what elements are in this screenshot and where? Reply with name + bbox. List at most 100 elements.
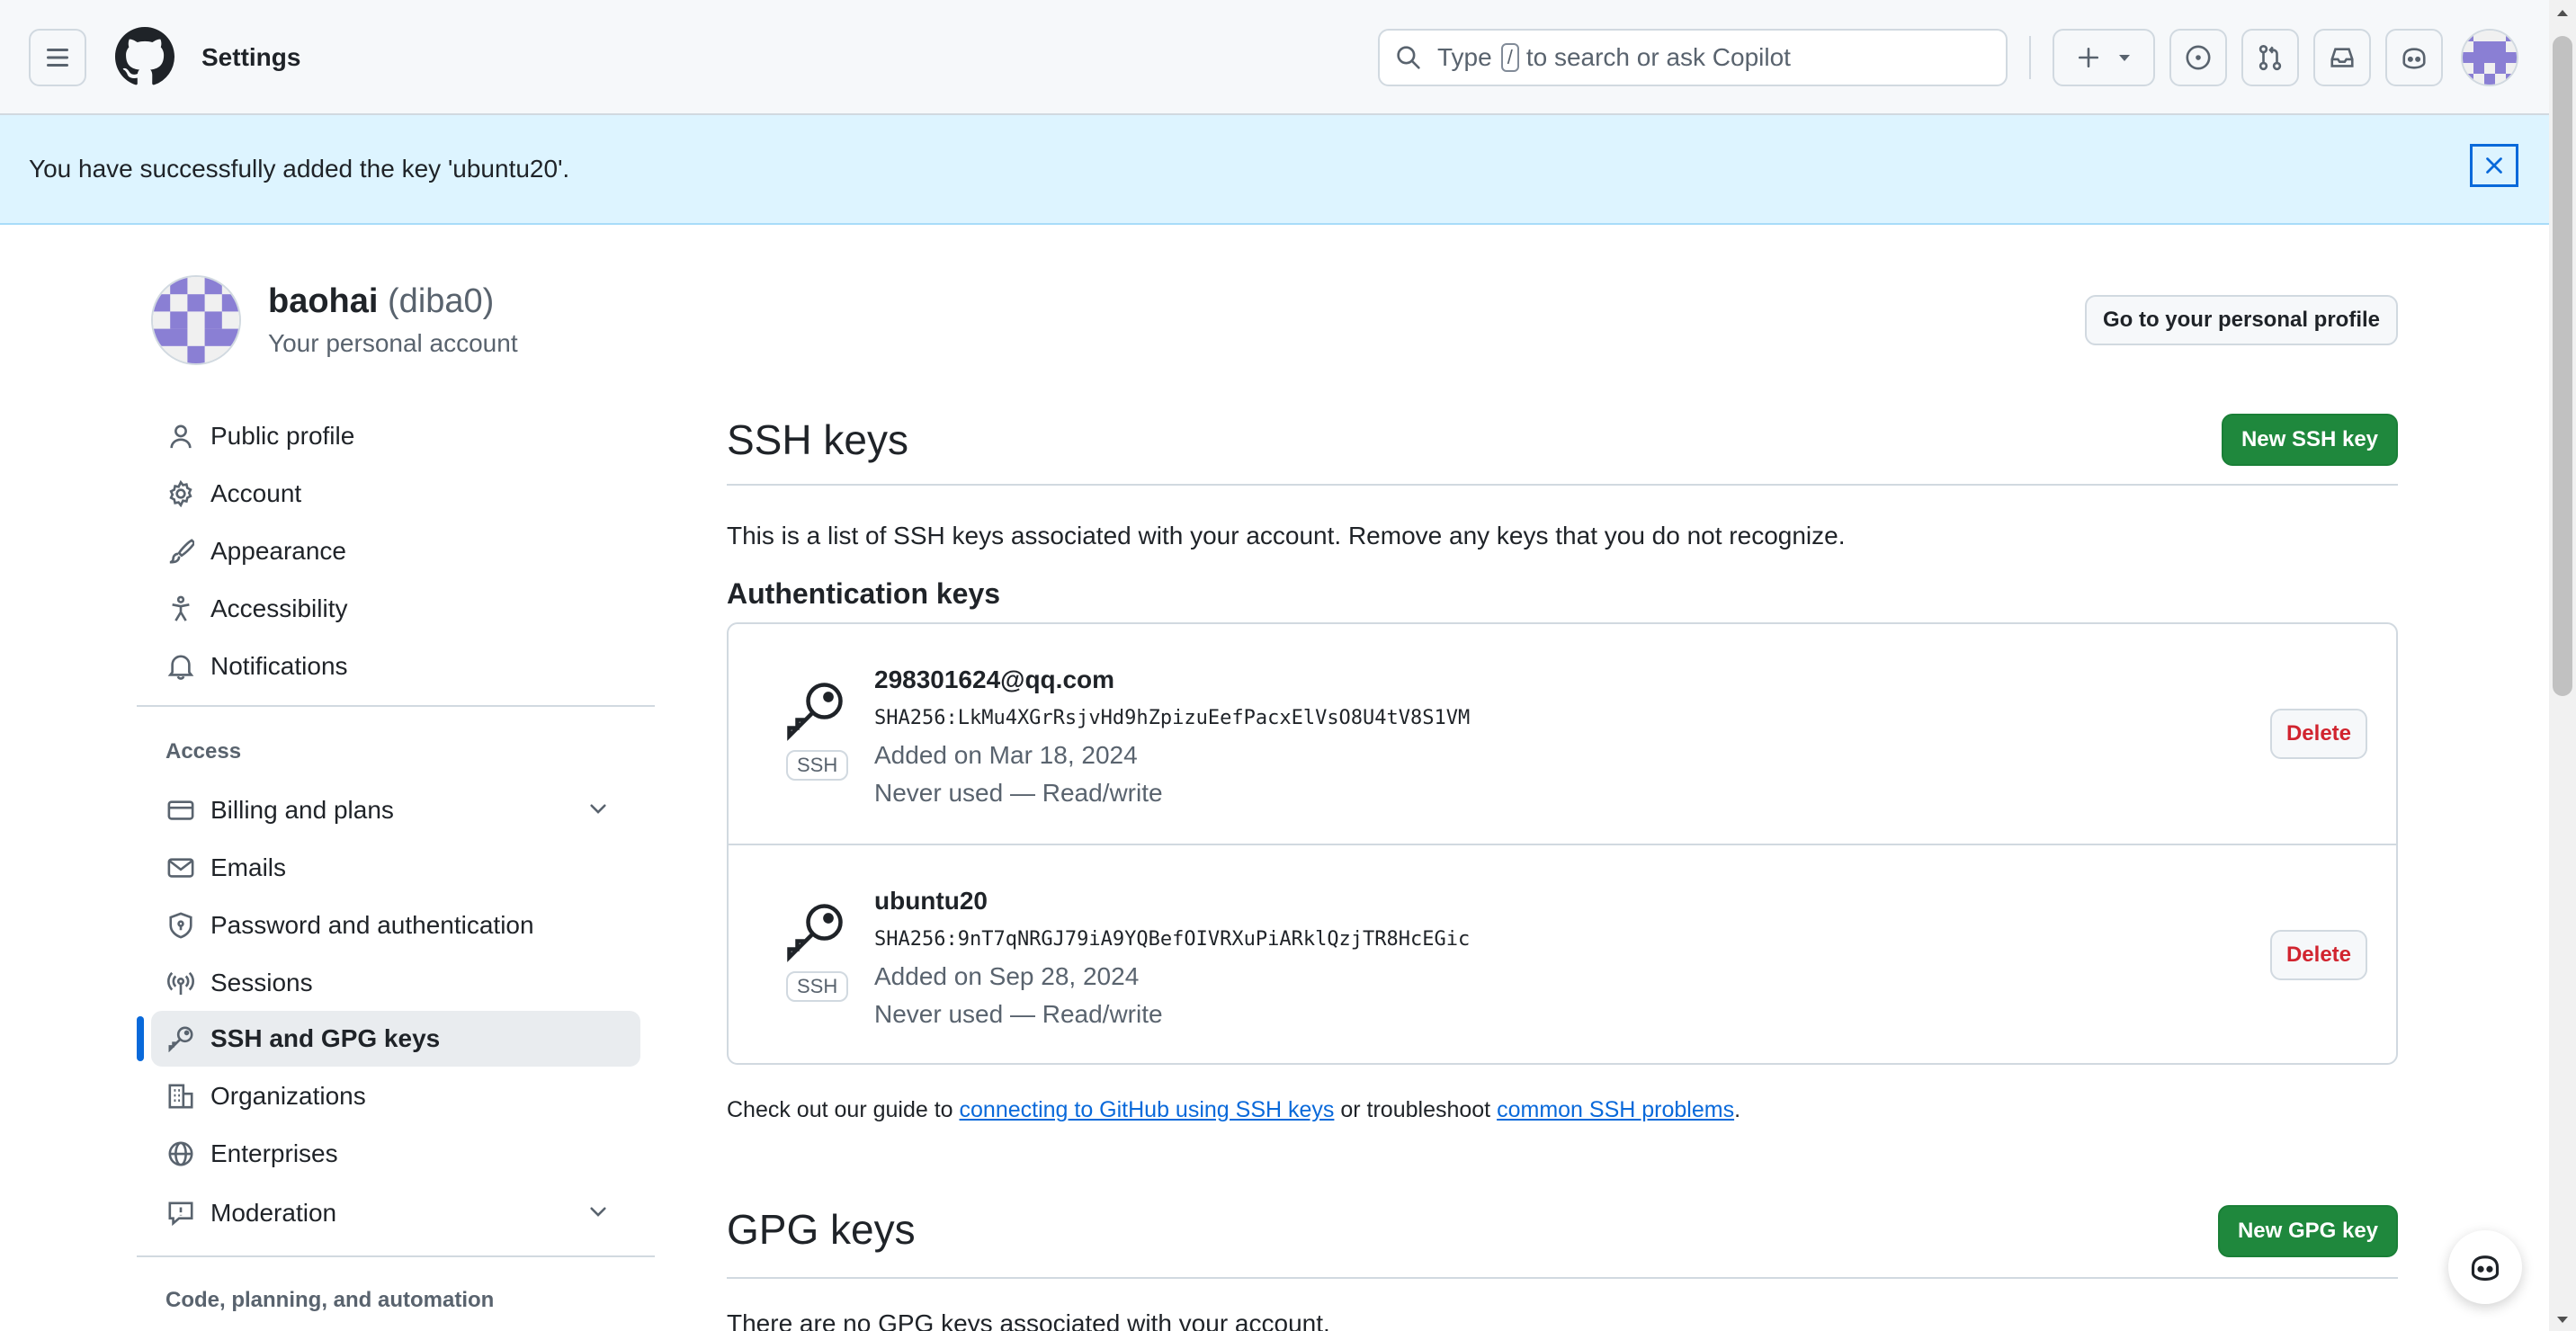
- sidebar-divider: [137, 705, 655, 707]
- sidebar-item-label: SSH and GPG keys: [210, 1024, 441, 1052]
- sidebar-item-label: Emails: [210, 853, 287, 881]
- ssh-keys-heading: SSH keys: [727, 416, 908, 463]
- flash-message: You have successfully added the key 'ubu…: [29, 155, 570, 183]
- chevron-down-icon[interactable]: [586, 1200, 610, 1223]
- guide-prefix: Check out our guide to: [727, 1097, 953, 1122]
- sidebar-item-label: Accessibility: [210, 594, 348, 622]
- key-type-badge: SSH: [786, 971, 849, 1002]
- gear-icon: [165, 478, 196, 509]
- key-icon: [165, 1023, 196, 1054]
- globe-icon: [165, 1139, 196, 1169]
- close-icon: [2483, 155, 2505, 176]
- mail-icon: [165, 853, 196, 883]
- key-type-badge: SSH: [786, 750, 849, 781]
- sidebar-item-accessibility[interactable]: Accessibility: [151, 581, 640, 637]
- copilot-chat-button[interactable]: [2448, 1230, 2522, 1304]
- new-ssh-key-button[interactable]: New SSH key: [2222, 414, 2398, 466]
- ssh-keys-list: SSH 298301624@qq.com SHA256:LkMu4XGrRsjv…: [727, 622, 2398, 1065]
- sidebar-item-enterprises[interactable]: Enterprises: [151, 1126, 640, 1182]
- search-placeholder: Type / to search or ask Copilot: [1437, 43, 1791, 72]
- hamburger-icon: [45, 47, 70, 68]
- key-usage: Never used — Read/write: [874, 779, 1163, 807]
- create-new-button[interactable]: [2053, 29, 2155, 86]
- copilot-button[interactable]: [2385, 29, 2443, 86]
- ssh-keys-description: This is a list of SSH keys associated wi…: [727, 522, 1846, 549]
- sidebar-item-emails[interactable]: Emails: [151, 840, 640, 896]
- account-subtitle: Your personal account: [268, 329, 518, 357]
- key-fingerprint: SHA256:9nT7qNRGJ79iA9YQBefOIVRXuPiARklQz…: [874, 928, 1471, 951]
- credit-card-icon: [165, 795, 196, 826]
- account-display-name: baohai: [268, 282, 379, 320]
- sidebar-item-appearance[interactable]: Appearance: [151, 523, 640, 579]
- user-avatar[interactable]: [2461, 29, 2518, 86]
- scroll-down-arrow-icon[interactable]: [2553, 1309, 2572, 1329]
- delete-key-button[interactable]: Delete: [2270, 930, 2367, 980]
- shield-icon: [165, 910, 196, 941]
- git-pull-request-icon: [2257, 44, 2284, 71]
- search-placeholder-prefix: Type: [1437, 43, 1492, 71]
- go-to-profile-button[interactable]: Go to your personal profile: [2085, 295, 2398, 345]
- new-gpg-key-button[interactable]: New GPG key: [2218, 1205, 2398, 1257]
- gpg-keys-heading: GPG keys: [727, 1206, 916, 1253]
- gpg-keys-description: There are no GPG keys associated with yo…: [727, 1309, 1330, 1331]
- sidebar-item-billing[interactable]: Billing and plans: [151, 782, 640, 838]
- sidebar-item-label: Appearance: [210, 537, 347, 565]
- broadcast-icon: [165, 968, 196, 998]
- person-icon: [165, 421, 196, 451]
- sidebar-item-label: Password and authentication: [210, 911, 534, 939]
- ssh-guide-link[interactable]: connecting to GitHub using SSH keys: [960, 1097, 1335, 1122]
- page-context-title[interactable]: Settings: [201, 43, 300, 72]
- authentication-keys-heading: Authentication keys: [727, 577, 1001, 610]
- sidebar-item-password-authentication[interactable]: Password and authentication: [151, 898, 640, 953]
- sidebar-item-label: Account: [210, 479, 302, 507]
- ssh-troubleshoot-link[interactable]: common SSH problems: [1497, 1097, 1734, 1122]
- header-divider: [2029, 36, 2031, 79]
- dismiss-flash-button[interactable]: [2470, 144, 2518, 187]
- sidebar-item-label: Public profile: [210, 422, 355, 450]
- app-header: [0, 0, 2549, 115]
- sidebar-item-sessions[interactable]: Sessions: [151, 955, 640, 1011]
- organization-icon: [165, 1081, 196, 1112]
- active-indicator: [137, 1016, 144, 1061]
- key-title: 298301624@qq.com: [874, 666, 1115, 693]
- delete-key-button[interactable]: Delete: [2270, 709, 2367, 759]
- key-added-date: Added on Mar 18, 2024: [874, 741, 1138, 769]
- chevron-down-icon[interactable]: [586, 797, 610, 820]
- sidebar-item-account[interactable]: Account: [151, 466, 640, 522]
- guide-middle: or troubleshoot: [1340, 1097, 1491, 1122]
- paintbrush-icon: [165, 536, 196, 567]
- sidebar-item-label: Notifications: [210, 652, 348, 680]
- scroll-up-arrow-icon[interactable]: [2553, 4, 2572, 23]
- search-placeholder-suffix: to search or ask Copilot: [1525, 43, 1791, 71]
- section-divider: [727, 1277, 2398, 1279]
- account-name: baohai (diba0): [268, 282, 494, 321]
- sidebar-item-notifications[interactable]: Notifications: [151, 639, 640, 694]
- sidebar-divider: [137, 1255, 655, 1257]
- bell-icon: [165, 651, 196, 682]
- issue-opened-icon: [2185, 44, 2212, 71]
- sidebar-item-moderation[interactable]: Moderation: [151, 1185, 640, 1241]
- sidebar-item-ssh-gpg-keys[interactable]: SSH and GPG keys: [151, 1011, 640, 1067]
- copilot-icon: [2401, 44, 2428, 71]
- sidebar-heading-access: Access: [165, 739, 242, 764]
- inbox-icon: [2329, 44, 2356, 71]
- search-input[interactable]: Type / to search or ask Copilot: [1378, 29, 2008, 86]
- ssh-key-item: SSH ubuntu20 SHA256:9nT7qNRGJ79iA9YQBefO…: [729, 844, 2396, 1063]
- hamburger-menu-button[interactable]: [29, 29, 86, 86]
- search-icon: [1396, 45, 1421, 70]
- pull-requests-button[interactable]: [2241, 29, 2299, 86]
- account-avatar: [151, 275, 241, 365]
- search-shortcut-key: /: [1500, 43, 1519, 72]
- sidebar-item-public-profile[interactable]: Public profile: [151, 408, 640, 464]
- scrollbar-thumb[interactable]: [2553, 36, 2572, 696]
- github-logo-icon[interactable]: [115, 27, 174, 86]
- account-login: (diba0): [388, 282, 495, 320]
- sidebar-item-organizations[interactable]: Organizations: [151, 1068, 640, 1124]
- issues-button[interactable]: [2169, 29, 2227, 86]
- sidebar-item-label: Billing and plans: [210, 796, 394, 824]
- ssh-guide-text: Check out our guide to connecting to Git…: [727, 1097, 1740, 1123]
- sidebar-item-label: Moderation: [210, 1199, 337, 1227]
- guide-suffix: .: [1734, 1097, 1741, 1122]
- notifications-inbox-button[interactable]: [2313, 29, 2371, 86]
- sidebar-item-label: Enterprises: [210, 1139, 338, 1167]
